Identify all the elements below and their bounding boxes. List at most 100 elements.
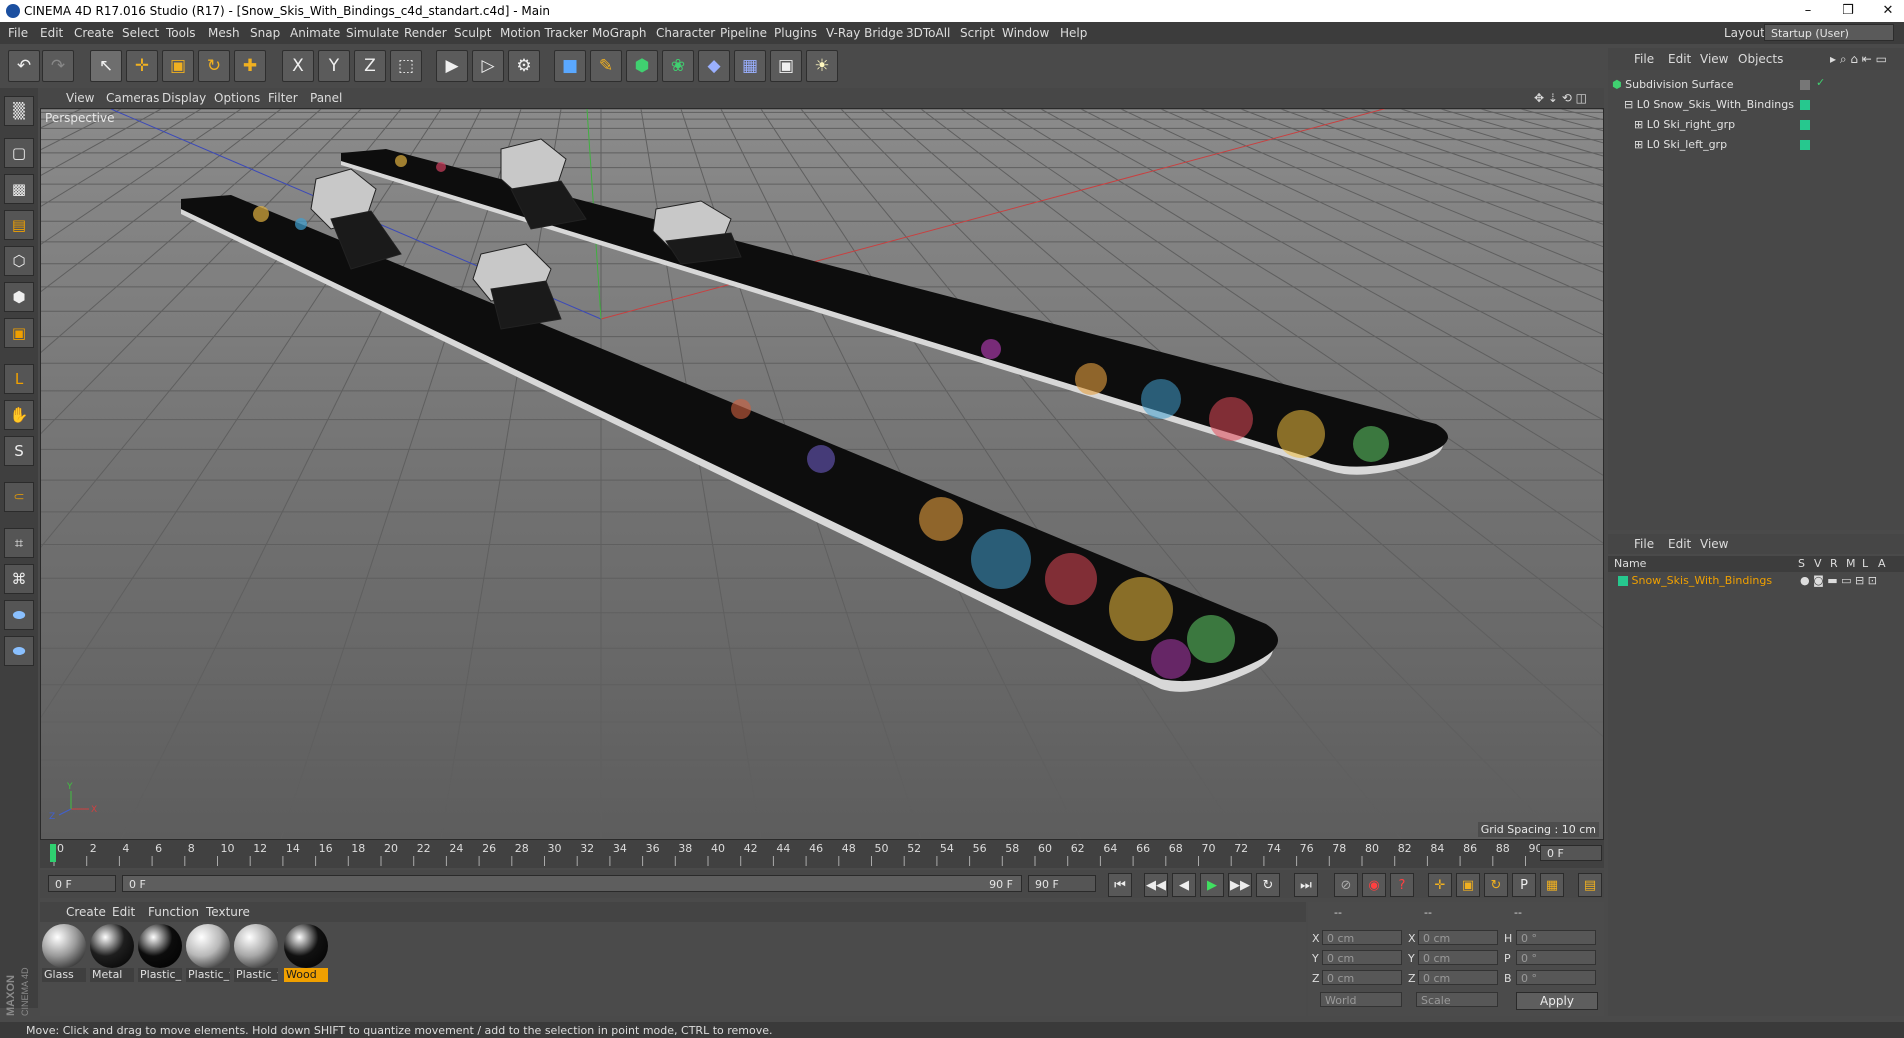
minimize-button[interactable]: – xyxy=(1794,2,1822,20)
menu-edit[interactable]: Edit xyxy=(40,26,63,40)
object-row-ski-left[interactable]: ⊞ L0 Ski_left_grp xyxy=(1634,136,1727,154)
timeline-current-frame[interactable]: 0 F xyxy=(1540,845,1602,861)
layer-menu-edit[interactable]: Edit xyxy=(1668,537,1691,551)
checkmark-icon[interactable]: ✓ xyxy=(1816,76,1825,89)
playhead[interactable] xyxy=(50,844,56,862)
viewport-menu-options[interactable]: Options xyxy=(214,91,260,105)
object-tag-icon[interactable] xyxy=(1800,80,1810,90)
key-rotation-button[interactable]: ↻ xyxy=(1484,873,1508,897)
end-frame-field[interactable]: 90 F xyxy=(1028,875,1096,892)
axis-button[interactable]: L xyxy=(4,364,34,394)
record-button[interactable]: ◉ xyxy=(1362,873,1386,897)
material-wood[interactable]: Wood xyxy=(284,924,328,984)
size-x-field[interactable]: 0 cm xyxy=(1418,930,1498,945)
menu-vray-bridge[interactable]: V-Ray Bridge xyxy=(826,26,903,40)
menu-mesh[interactable]: Mesh xyxy=(208,26,240,40)
polygons-mode-button[interactable]: ▣ xyxy=(4,318,34,348)
add-tool-button[interactable]: ✚ xyxy=(234,50,266,82)
go-to-end-button[interactable]: ⏭ xyxy=(1294,873,1318,897)
material-menu-texture[interactable]: Texture xyxy=(206,905,250,919)
layer-row[interactable]: Snow_Skis_With_Bindings xyxy=(1618,572,1772,590)
material-plastic-v-2[interactable]: Plastic_v xyxy=(234,924,278,984)
cube-button[interactable]: ■ xyxy=(554,50,586,82)
object-row-snow-skis[interactable]: ⊟ L0 Snow_Skis_With_Bindings xyxy=(1624,96,1794,114)
position-x-field[interactable]: 0 cm xyxy=(1322,930,1402,945)
key-pla-button[interactable]: ▦ xyxy=(1540,873,1564,897)
render-view-button[interactable]: ▶ xyxy=(436,50,468,82)
model-mode-button[interactable]: ▢ xyxy=(4,138,34,168)
material-metal[interactable]: Metal xyxy=(90,924,134,984)
object-menu-edit[interactable]: Edit xyxy=(1668,52,1691,66)
snap-enable-button[interactable]: ⌘ xyxy=(4,564,34,594)
magnet-button[interactable]: ⸦ xyxy=(4,482,34,512)
object-menu-objects[interactable]: Objects xyxy=(1738,52,1783,66)
menu-file[interactable]: File xyxy=(8,26,28,40)
menu-sculpt[interactable]: Sculpt xyxy=(454,26,491,40)
menu-3dtoall[interactable]: 3DToAll xyxy=(906,26,950,40)
menu-render[interactable]: Render xyxy=(404,26,447,40)
viewport-menu-display[interactable]: Display xyxy=(162,91,206,105)
menu-tools[interactable]: Tools xyxy=(166,26,196,40)
menu-animate[interactable]: Animate xyxy=(290,26,340,40)
layer-color-tag[interactable] xyxy=(1800,100,1810,110)
material-menu-function[interactable]: Function xyxy=(148,905,199,919)
rotation-h-field[interactable]: 0 ° xyxy=(1516,930,1596,945)
menu-window[interactable]: Window xyxy=(1002,26,1049,40)
undo-button[interactable]: ↶ xyxy=(8,50,40,82)
rotation-p-field[interactable]: 0 ° xyxy=(1516,950,1596,965)
tweak-button[interactable]: ✋ xyxy=(4,400,34,430)
z-axis-button[interactable]: Z xyxy=(354,50,386,82)
cloner-button[interactable]: ❀ xyxy=(662,50,694,82)
workplane-button[interactable]: ▤ xyxy=(4,210,34,240)
select-tool-button[interactable]: ↖ xyxy=(90,50,122,82)
python-alt-button[interactable]: ⬬ xyxy=(4,636,34,666)
make-editable-button[interactable]: ▒ xyxy=(4,96,34,126)
size-z-field[interactable]: 0 cm xyxy=(1418,970,1498,985)
loop-button[interactable]: ↻ xyxy=(1256,873,1280,897)
start-frame-field[interactable]: 0 F xyxy=(48,875,116,892)
position-y-field[interactable]: 0 cm xyxy=(1322,950,1402,965)
motion-record-button[interactable]: ⊘ xyxy=(1334,873,1358,897)
apply-button[interactable]: Apply xyxy=(1516,992,1598,1010)
menu-snap[interactable]: Snap xyxy=(250,26,280,40)
world-coord-button[interactable]: ⬚ xyxy=(390,50,422,82)
coord-size-select[interactable]: Scale xyxy=(1416,992,1498,1007)
pen-button[interactable]: ✎ xyxy=(590,50,622,82)
render-picture-button[interactable]: ▷ xyxy=(472,50,504,82)
object-menu-tools-icon[interactable]: ▸ ⌕ ⌂ ⇤ ▭ xyxy=(1830,52,1887,67)
move-tool-button[interactable]: ✛ xyxy=(126,50,158,82)
rotation-b-field[interactable]: 0 ° xyxy=(1516,970,1596,985)
viewport-menu-filter[interactable]: Filter xyxy=(268,91,298,105)
deformer-button[interactable]: ◆ xyxy=(698,50,730,82)
subdivision-button[interactable]: ⬢ xyxy=(626,50,658,82)
layer-color-tag[interactable] xyxy=(1800,120,1810,130)
object-row-ski-right[interactable]: ⊞ L0 Ski_right_grp xyxy=(1634,116,1735,134)
layer-menu-view[interactable]: View xyxy=(1700,537,1728,551)
menu-script[interactable]: Script xyxy=(960,26,995,40)
object-menu-file[interactable]: File xyxy=(1634,52,1654,66)
previous-frame-button[interactable]: ◀ xyxy=(1172,873,1196,897)
object-row-subdivision[interactable]: ⬢ Subdivision Surface xyxy=(1612,76,1734,94)
close-button[interactable]: ✕ xyxy=(1874,2,1902,20)
camera-button[interactable]: ▣ xyxy=(770,50,802,82)
autokey-button[interactable]: ? xyxy=(1390,873,1414,897)
material-glass[interactable]: Glass xyxy=(42,924,86,984)
layer-menu-file[interactable]: File xyxy=(1634,537,1654,551)
material-menu-edit[interactable]: Edit xyxy=(112,905,135,919)
scale-tool-button[interactable]: ▣ xyxy=(162,50,194,82)
menu-plugins[interactable]: Plugins xyxy=(774,26,817,40)
menu-simulate[interactable]: Simulate xyxy=(346,26,399,40)
python-button[interactable]: ⬬ xyxy=(4,600,34,630)
menu-pipeline[interactable]: Pipeline xyxy=(720,26,767,40)
viewport-perspective[interactable]: X Y Z Perspective Grid Spacing : 10 cm xyxy=(40,108,1604,840)
material-menu-create[interactable]: Create xyxy=(66,905,106,919)
material-plastic-b[interactable]: Plastic_b xyxy=(138,924,182,984)
y-axis-button[interactable]: Y xyxy=(318,50,350,82)
menu-create[interactable]: Create xyxy=(74,26,114,40)
frame-range-slider[interactable]: 0 F 90 F xyxy=(122,875,1022,892)
solo-button[interactable]: S xyxy=(4,436,34,466)
key-position-button[interactable]: ✛ xyxy=(1428,873,1452,897)
snap-settings-button[interactable]: ⌗ xyxy=(4,528,34,558)
rotate-tool-button[interactable]: ↻ xyxy=(198,50,230,82)
render-settings-button[interactable]: ⚙ xyxy=(508,50,540,82)
